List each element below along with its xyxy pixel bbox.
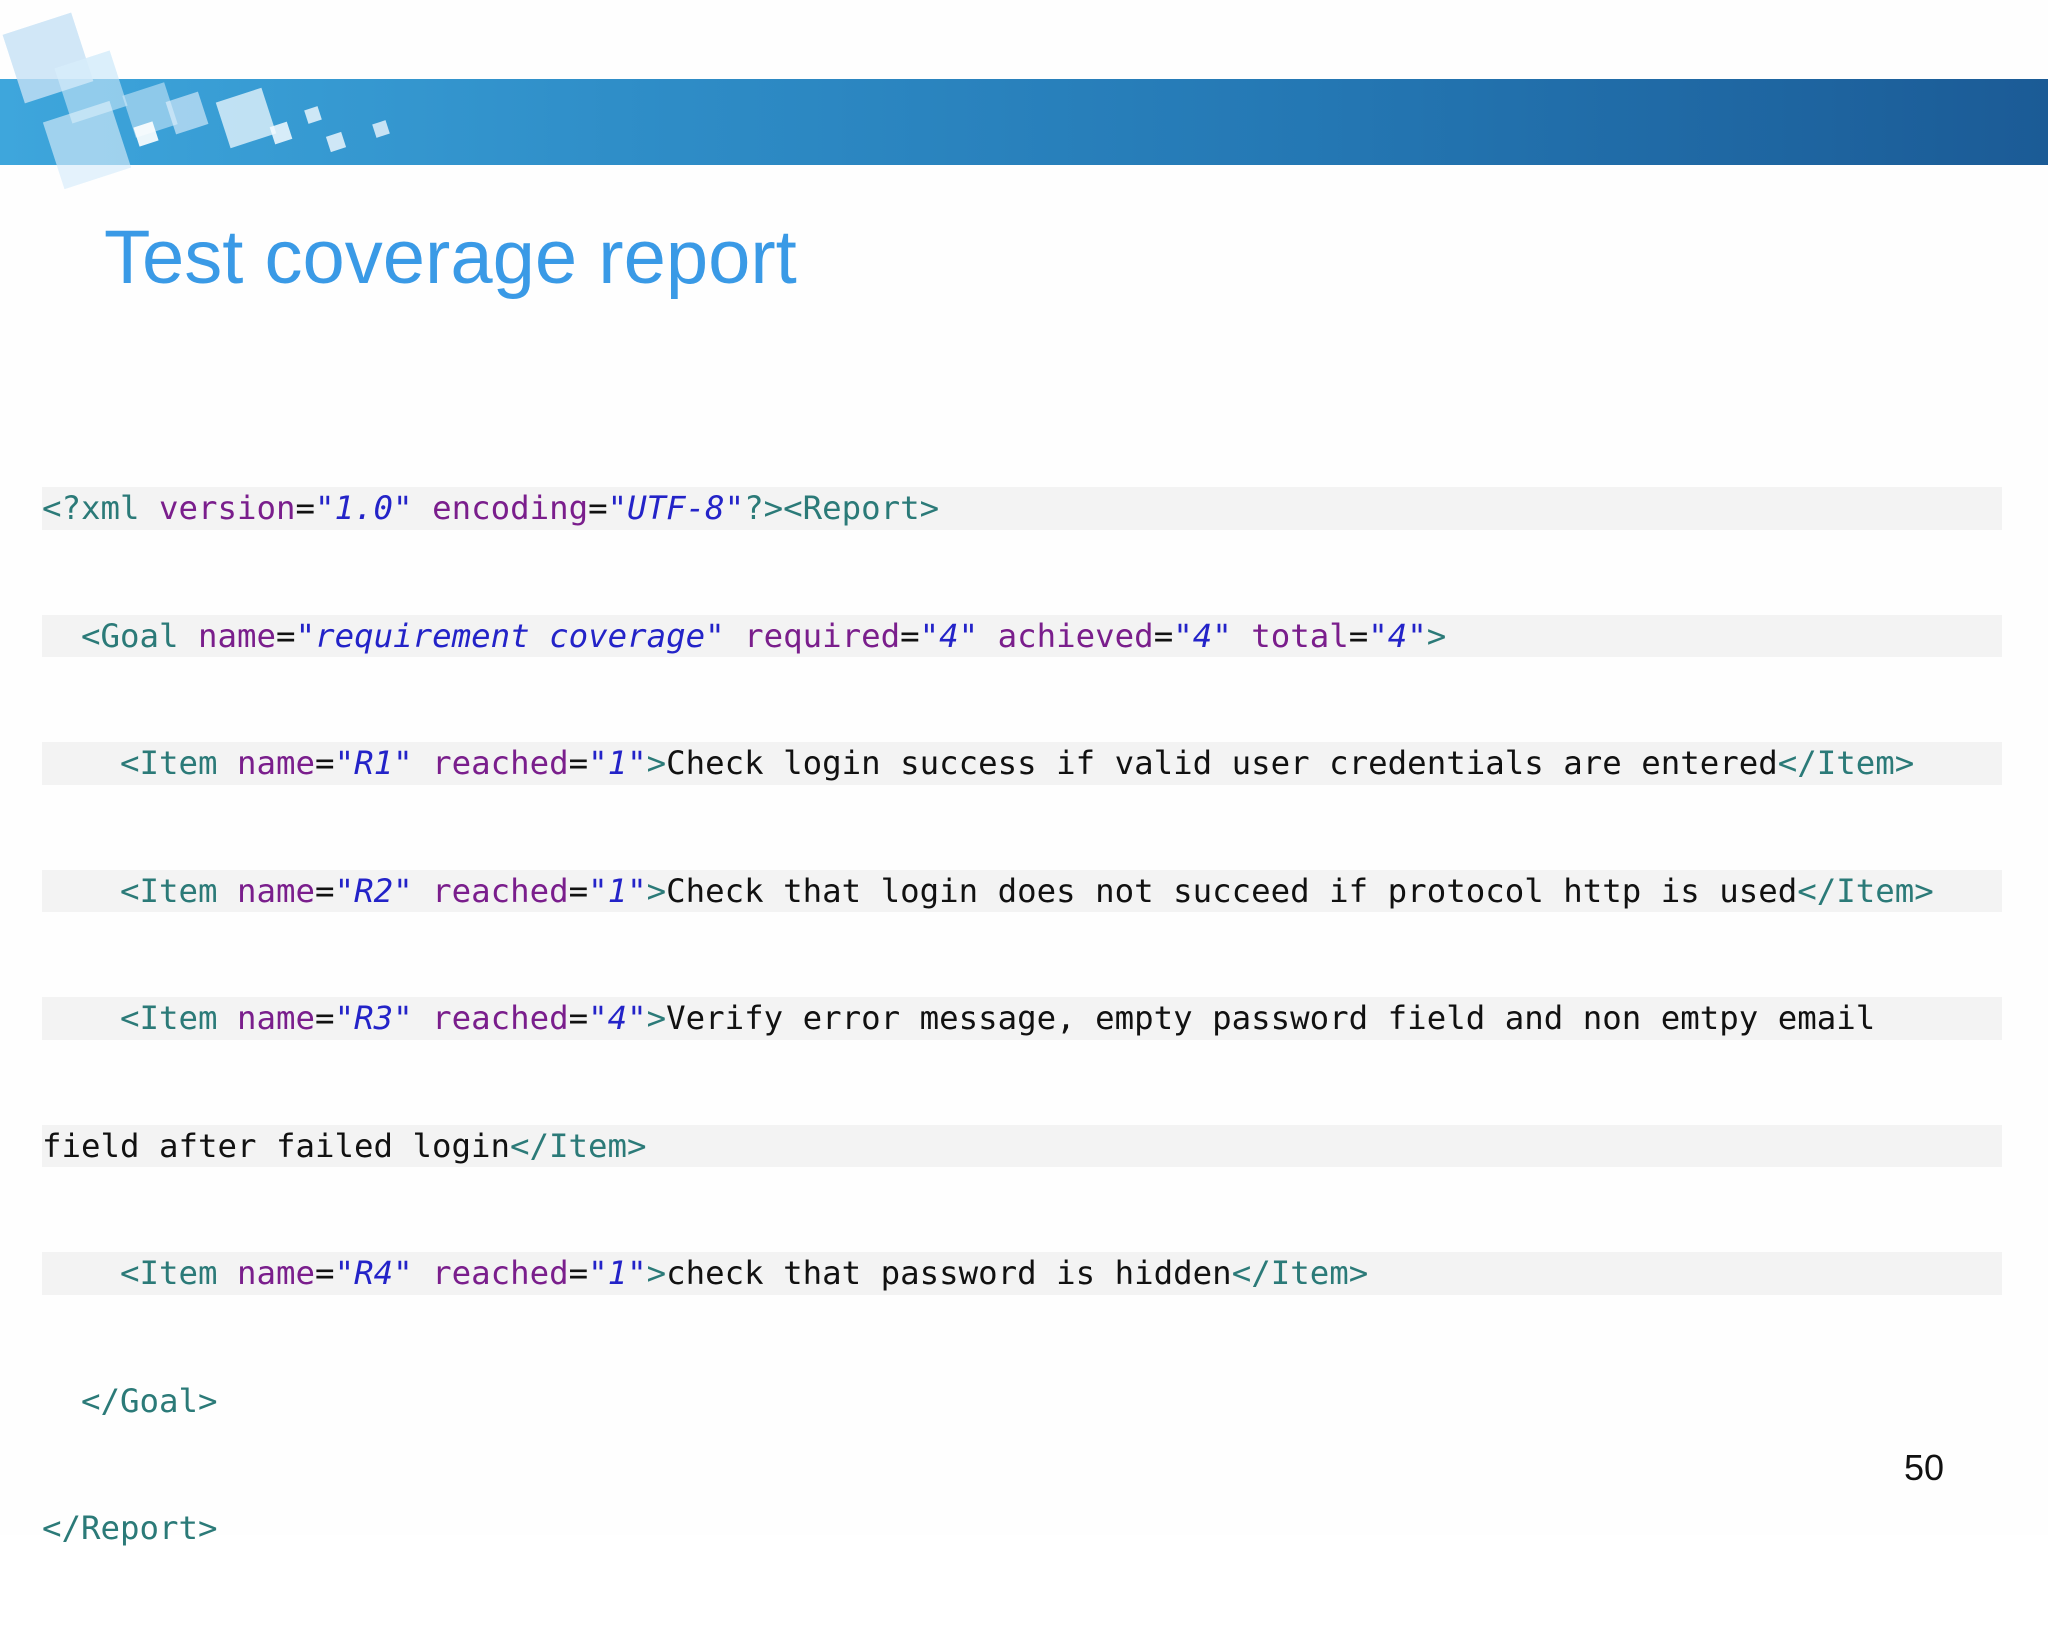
xml-tag: > (646, 744, 667, 782)
xml-code-block: <?xml version="1.0" encoding="UTF-8"?><R… (42, 402, 2002, 1547)
xml-tag: <Item (120, 1254, 238, 1292)
xml-tag: </Item> (1231, 1254, 1369, 1292)
code-line-xml-declaration: <?xml version="1.0" encoding="UTF-8"?><R… (42, 487, 2002, 530)
xml-attr: reached (432, 871, 569, 910)
xml-tag: </Item> (1797, 871, 1934, 910)
xml-tag: > (646, 1254, 667, 1292)
xml-value: "4" (919, 616, 979, 655)
xml-value: "4" (588, 999, 647, 1037)
xml-tag: </Goal> (81, 1381, 218, 1420)
xml-value: "4" (1173, 616, 1232, 655)
xml-value: "4" (1368, 616, 1427, 655)
code-line-item: <Item name="R1" reached="1">Check login … (42, 742, 2002, 785)
xml-tag: > (646, 999, 667, 1037)
slide: Test coverage report <?xml version="1.0"… (0, 0, 2048, 1547)
xml-value: "R3" (334, 999, 413, 1037)
code-line-goal-open: <Goal name="requirement coverage" requir… (42, 614, 2002, 657)
header-band (0, 79, 2048, 165)
xml-attr: name (237, 871, 316, 910)
xml-value: "R1" (334, 744, 413, 782)
xml-attr: name (237, 744, 316, 782)
xml-attr: reached (432, 1254, 569, 1292)
xml-attr: required (744, 616, 901, 655)
code-line-item-wrap: field after failed login</Item> (42, 1124, 2002, 1167)
requirement-text: check that password is hidden (666, 1254, 1232, 1292)
xml-value: "1" (588, 871, 647, 910)
xml-attr: name (237, 999, 316, 1037)
xml-tag: > (1426, 616, 1447, 655)
requirement-text: Verify error message, empty password fie… (666, 999, 1876, 1037)
xml-attr: name (237, 1254, 316, 1292)
xml-value: "R2" (334, 871, 413, 910)
xml-pi-close: ?> (744, 489, 784, 527)
xml-tag: <Item (120, 999, 238, 1037)
page-number: 50 (1903, 1447, 1944, 1488)
code-line-item: <Item name="R4" reached="1">check that p… (42, 1252, 2002, 1295)
xml-attr: version (159, 489, 296, 527)
xml-pi-open: <?xml (42, 489, 160, 527)
requirement-text-wrap: field after failed login (42, 1126, 511, 1165)
xml-tag: </Report> (42, 1509, 218, 1547)
xml-attr: name (198, 616, 277, 655)
xml-tag: <Report> (783, 489, 940, 527)
xml-tag: </Item> (510, 1126, 647, 1165)
xml-value: "1" (588, 1254, 647, 1292)
xml-attr: reached (432, 744, 569, 782)
code-line-report-close: </Report> (42, 1507, 2002, 1550)
requirement-text: Check login success if valid user creden… (666, 744, 1778, 782)
xml-value: "1.0" (315, 489, 413, 527)
xml-attr: encoding (432, 489, 589, 527)
xml-attr: total (1251, 616, 1349, 655)
slide-title: Test coverage report (104, 215, 797, 300)
code-line-item: <Item name="R2" reached="1">Check that l… (42, 869, 2002, 912)
xml-tag: <Item (120, 871, 238, 910)
requirement-text: Check that login does not succeed if pro… (666, 871, 1798, 910)
xml-tag: > (646, 871, 667, 910)
xml-value: "1" (588, 744, 647, 782)
xml-value: "requirement coverage" (295, 616, 725, 655)
xml-tag: </Item> (1777, 744, 1915, 782)
code-line-item: <Item name="R3" reached="4">Verify error… (42, 997, 2002, 1040)
xml-attr: achieved (997, 616, 1154, 655)
code-line-goal-close: </Goal> (42, 1380, 2002, 1423)
xml-attr: reached (432, 999, 569, 1037)
xml-value: "UTF-8" (607, 489, 745, 527)
xml-value: "R4" (334, 1254, 413, 1292)
xml-tag: <Item (120, 744, 238, 782)
xml-tag: <Goal (81, 616, 199, 655)
